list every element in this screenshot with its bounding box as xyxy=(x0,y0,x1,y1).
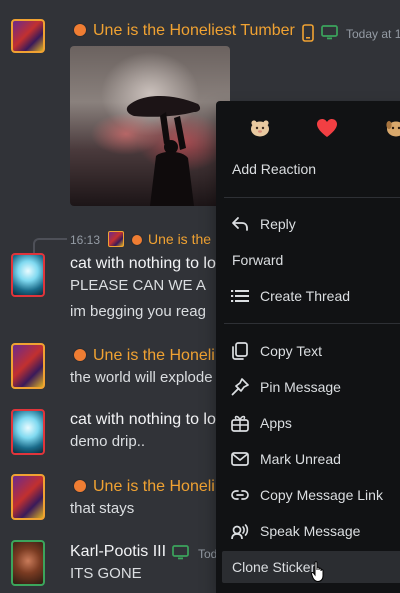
avatar[interactable] xyxy=(11,343,45,389)
menu-divider xyxy=(224,323,400,324)
reply-author[interactable]: Une is the xyxy=(132,231,211,247)
image-content xyxy=(126,95,201,206)
message-timestamp: Today at 1 xyxy=(346,27,400,41)
avatar[interactable] xyxy=(11,19,45,53)
avatar[interactable] xyxy=(11,409,45,455)
dog-emoji-icon[interactable] xyxy=(383,115,400,141)
reply-connector xyxy=(33,238,67,254)
message-text: im begging you reag xyxy=(70,303,206,320)
message-text: that stays xyxy=(70,500,135,517)
message-author[interactable]: Karl-Pootis III xyxy=(70,543,166,561)
message-author[interactable]: Une is the Honeli xyxy=(74,478,215,496)
message-text: demo drip.. xyxy=(70,433,146,450)
message-text: ITS GONE xyxy=(70,565,142,582)
pin-icon xyxy=(230,377,250,397)
status-dot-icon xyxy=(74,24,86,36)
menu-item-copy-message-link[interactable]: Copy Message Link xyxy=(222,479,400,511)
status-dot-icon xyxy=(74,349,86,361)
menu-item-pin-message[interactable]: Pin Message xyxy=(222,371,400,403)
menu-item-add-reaction[interactable]: Add Reaction xyxy=(222,153,400,185)
message-text: the world will explode xyxy=(70,369,213,386)
heart-emoji-icon[interactable] xyxy=(314,115,340,141)
thread-icon xyxy=(230,286,250,306)
copy-icon xyxy=(230,341,250,361)
avatar[interactable] xyxy=(11,253,45,297)
menu-item-speak-message[interactable]: Speak Message xyxy=(222,515,400,547)
apps-icon xyxy=(230,413,250,433)
desktop-icon xyxy=(172,545,189,565)
reply-avatar[interactable] xyxy=(108,231,124,247)
avatar[interactable] xyxy=(11,540,45,586)
menu-item-create-thread[interactable]: Create Thread xyxy=(222,280,400,312)
avatar[interactable] xyxy=(11,474,45,520)
menu-item-apps[interactable]: Apps xyxy=(222,407,400,439)
message-timestamp: Tod xyxy=(198,547,218,561)
message-author[interactable]: cat with nothing to lo xyxy=(70,255,216,273)
status-dot-icon xyxy=(132,235,142,245)
menu-divider xyxy=(224,197,400,198)
menu-item-copy-text[interactable]: Copy Text xyxy=(222,335,400,367)
status-dot-icon xyxy=(74,480,86,492)
mobile-device-icon xyxy=(302,24,314,47)
reply-icon xyxy=(230,214,250,234)
hand-cursor-icon xyxy=(310,561,327,588)
menu-item-reply[interactable]: Reply xyxy=(222,208,400,240)
menu-item-forward[interactable]: Forward xyxy=(222,244,400,276)
envelope-icon xyxy=(230,449,250,469)
message-author[interactable]: Une is the Honeliest Tumber xyxy=(74,22,295,40)
menu-item-mark-unread[interactable]: Mark Unread xyxy=(222,443,400,475)
message-author[interactable]: cat with nothing to lo xyxy=(70,411,216,429)
link-icon xyxy=(230,485,250,505)
hamster-emoji-icon[interactable] xyxy=(247,115,273,141)
desktop-icon xyxy=(321,25,338,45)
context-menu: Add Reaction Reply Forward Create Thread… xyxy=(216,101,400,593)
message-author[interactable]: Une is the Honeli xyxy=(74,347,215,365)
quick-reactions xyxy=(216,101,400,153)
reply-timestamp: 16:13 xyxy=(70,233,101,247)
message-text: PLEASE CAN WE A xyxy=(70,277,206,294)
speak-icon xyxy=(230,521,250,541)
message-image[interactable] xyxy=(70,46,230,206)
